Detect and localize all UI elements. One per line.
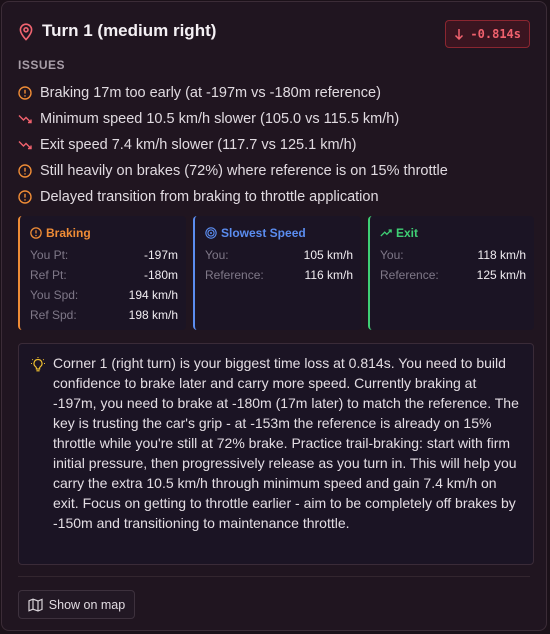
metric-value: 125 km/h: [476, 268, 526, 282]
issue-text: Braking 17m too early (at -197m vs -180m…: [40, 85, 381, 101]
issue-text: Still heavily on brakes (72%) where refe…: [40, 163, 448, 179]
braking-title-label: Braking: [46, 226, 91, 240]
issue-text: Minimum speed 10.5 km/h slower (105.0 vs…: [40, 111, 400, 127]
issue-item: Still heavily on brakes (72%) where refe…: [18, 158, 530, 184]
metric-value: 105 km/h: [303, 248, 353, 262]
issue-item: Delayed transition from braking to throt…: [18, 184, 530, 210]
metric-row: Reference: 125 km/h: [380, 268, 526, 288]
metric-value: 198 km/h: [128, 308, 178, 322]
metric-value: -180m: [143, 268, 178, 282]
metric-row: You: 118 km/h: [380, 248, 526, 268]
issues-list: Braking 17m too early (at -197m vs -180m…: [18, 80, 530, 210]
exit-panel: Exit You: 118 km/h Reference: 125 km/h: [368, 216, 534, 330]
issues-heading: ISSUES: [18, 58, 66, 72]
metric-label: Ref Pt:: [30, 268, 67, 282]
metric-label: You:: [380, 248, 404, 262]
alert-circle-icon: [30, 227, 42, 239]
coaching-text: Corner 1 (right turn) is your biggest ti…: [53, 355, 519, 531]
issue-text: Exit speed 7.4 km/h slower (117.7 vs 125…: [40, 137, 357, 153]
alert-circle-icon: [18, 86, 32, 100]
metric-label: Reference:: [380, 268, 439, 282]
metric-row: You Spd: 194 km/h: [30, 288, 178, 308]
card-header: Turn 1 (medium right) -0.814s: [18, 20, 530, 48]
metric-value: 118 km/h: [477, 248, 526, 262]
issue-item: Exit speed 7.4 km/h slower (117.7 vs 125…: [18, 132, 530, 158]
alert-circle-icon: [18, 164, 32, 178]
issue-item: Braking 17m too early (at -197m vs -180m…: [18, 80, 530, 106]
time-delta-badge: -0.814s: [445, 20, 530, 48]
show-on-map-button[interactable]: Show on map: [18, 590, 135, 619]
metric-row: Ref Pt: -180m: [30, 268, 178, 288]
metric-label: You:: [205, 248, 229, 262]
metric-row: You Pt: -197m: [30, 248, 178, 268]
metric-value: 194 km/h: [128, 288, 178, 302]
metric-label: You Pt:: [30, 248, 69, 262]
metric-row: Ref Spd: 198 km/h: [30, 308, 178, 328]
exit-title-label: Exit: [396, 226, 419, 240]
map-pin-icon: [19, 23, 33, 41]
trending-down-icon: [18, 115, 32, 124]
metric-value: -197m: [143, 248, 178, 262]
corner-analysis-card: Turn 1 (medium right) -0.814s ISSUES Bra…: [1, 1, 547, 631]
exit-panel-title: Exit: [380, 226, 526, 240]
braking-panel: Braking You Pt: -197m Ref Pt: -180m You Sp…: [18, 216, 186, 330]
map-icon: [28, 598, 43, 612]
metric-label: Reference:: [205, 268, 264, 282]
show-on-map-label: Show on map: [48, 597, 126, 612]
metric-row: Reference: 116 km/h: [205, 268, 353, 288]
metric-value: 116 km/h: [304, 268, 353, 282]
arrow-down-icon: [455, 29, 464, 40]
trending-down-icon: [18, 141, 32, 150]
page-title: Turn 1 (medium right): [42, 21, 217, 40]
time-delta-value: -0.814s: [470, 27, 521, 41]
divider: [18, 576, 530, 577]
slowest-speed-panel-title: Slowest Speed: [205, 226, 353, 240]
braking-panel-title: Braking: [30, 226, 178, 240]
metric-label: Ref Spd:: [30, 308, 77, 322]
issue-item: Minimum speed 10.5 km/h slower (105.0 vs…: [18, 106, 530, 132]
metric-label: You Spd:: [30, 288, 79, 302]
coaching-tip-box: Corner 1 (right turn) is your biggest ti…: [18, 343, 534, 565]
lightbulb-icon: [31, 357, 45, 372]
alert-circle-icon: [18, 190, 32, 204]
trending-up-icon: [380, 229, 392, 237]
slowest-speed-title-label: Slowest Speed: [221, 226, 306, 240]
slowest-speed-panel: Slowest Speed You: 105 km/h Reference: 116…: [193, 216, 361, 330]
target-icon: [205, 227, 217, 239]
metric-row: You: 105 km/h: [205, 248, 353, 268]
issue-text: Delayed transition from braking to throt…: [40, 189, 379, 205]
metrics-panels: Braking You Pt: -197m Ref Pt: -180m You Sp…: [18, 216, 534, 330]
